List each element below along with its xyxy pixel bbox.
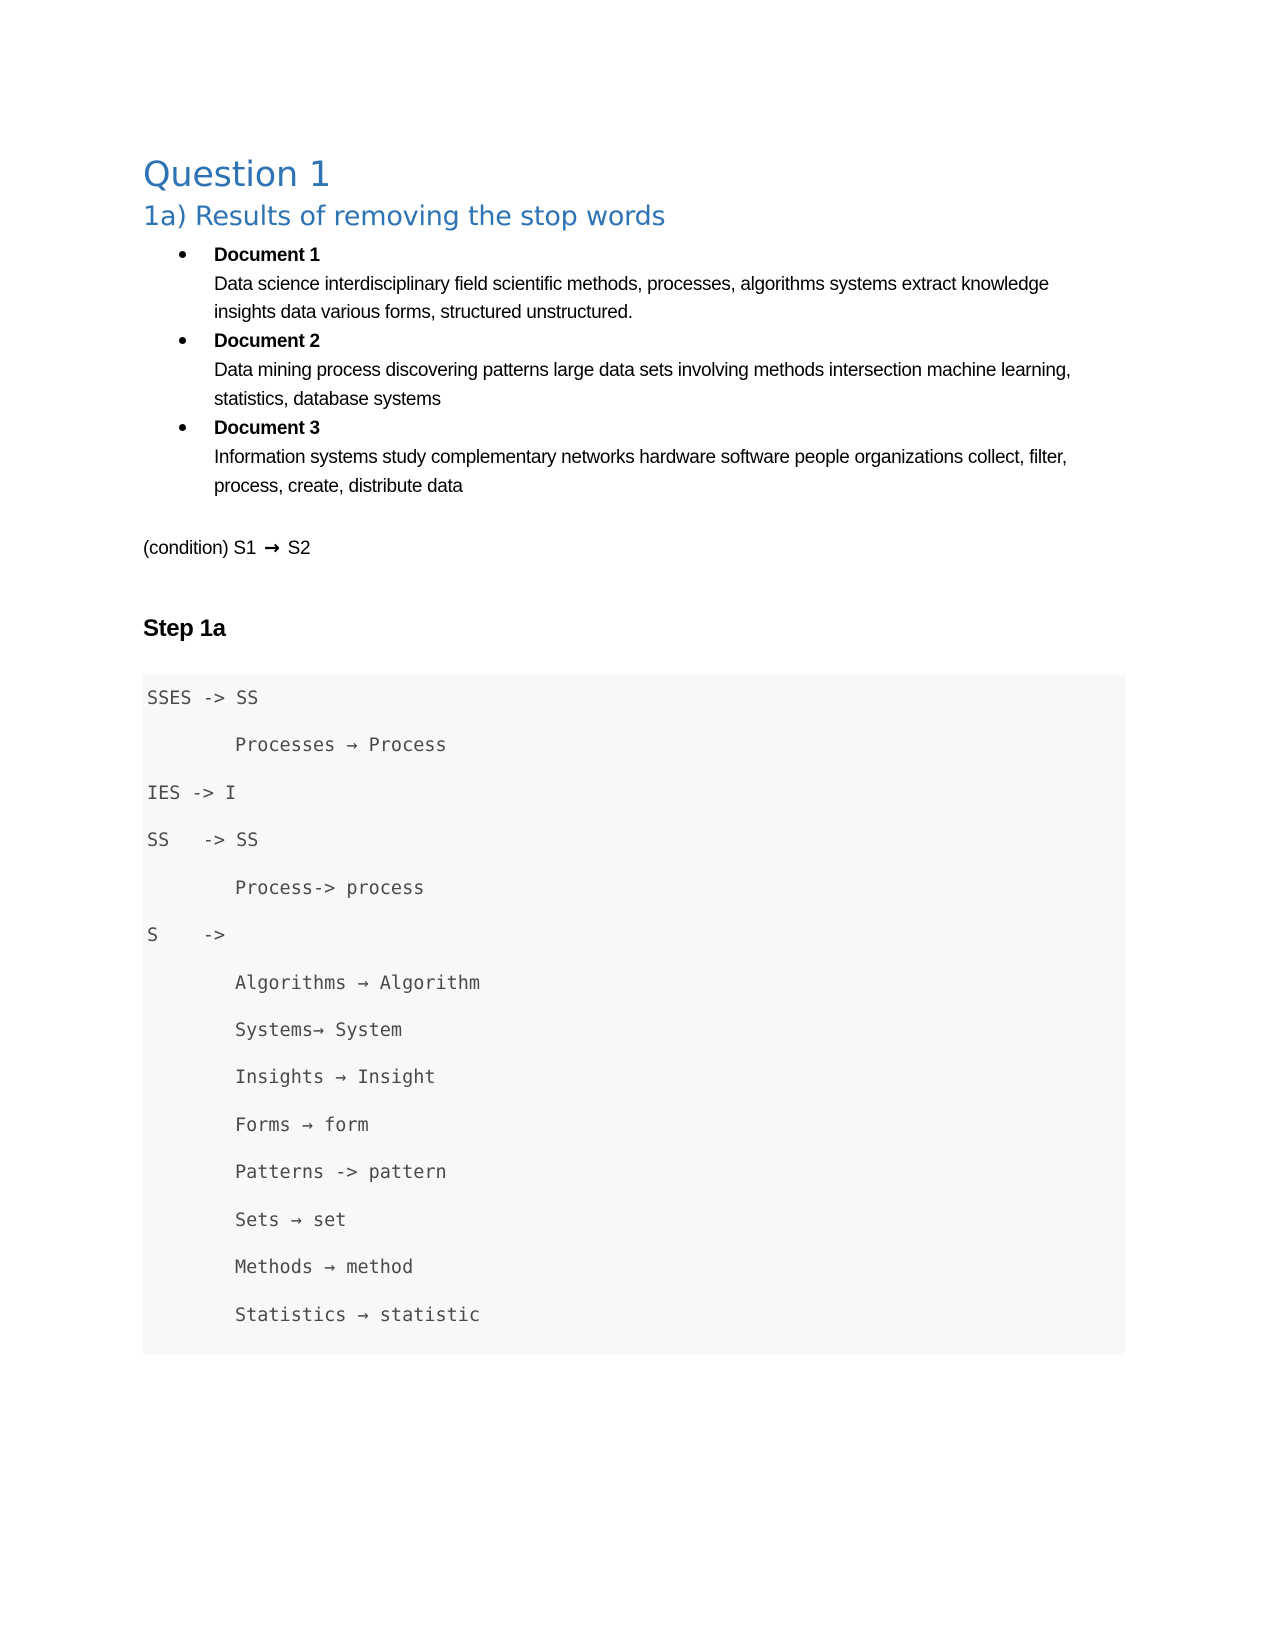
code-block: SSES -> SS Processes → Process IES -> I … bbox=[143, 675, 1125, 1355]
document-label: Document 1 bbox=[214, 244, 320, 266]
document-page: Question 1 1a) Results of removing the s… bbox=[0, 0, 1275, 1650]
bullet-icon bbox=[179, 423, 186, 431]
step-heading: Step 1a bbox=[143, 615, 226, 643]
code-line: Process-> process bbox=[235, 877, 425, 899]
code-line: IES -> I bbox=[147, 782, 237, 804]
code-line: Processes → Process bbox=[235, 735, 447, 757]
document-text: Data mining process discovering patterns… bbox=[214, 360, 1071, 411]
document-label: Document 3 bbox=[214, 417, 320, 439]
code-line: Algorithms → Algorithm bbox=[235, 972, 481, 994]
code-line: SS -> SS bbox=[147, 830, 259, 852]
code-line: Patterns -> pattern bbox=[235, 1162, 447, 1184]
list-item: Document 3 Information systems study com… bbox=[143, 415, 1133, 502]
bullet-icon bbox=[179, 337, 186, 345]
list-item: Document 1 Data science interdisciplinar… bbox=[143, 242, 1133, 329]
code-line: SSES -> SS bbox=[147, 688, 259, 710]
code-line: Systems→ System bbox=[235, 1019, 403, 1041]
code-line: Sets → set bbox=[235, 1209, 347, 1231]
section-subtitle: 1a) Results of removing the stop words bbox=[143, 201, 666, 233]
document-label: Document 2 bbox=[214, 331, 320, 353]
list-item: Document 2 Data mining process discoveri… bbox=[143, 328, 1133, 415]
code-line: S -> bbox=[147, 925, 225, 947]
code-line: Methods → method bbox=[235, 1257, 414, 1279]
document-text: Information systems study complementary … bbox=[214, 446, 1067, 497]
code-line: Forms → form bbox=[235, 1114, 369, 1136]
right-arrow-icon: → bbox=[264, 536, 280, 559]
document-text: Data science interdisciplinary field sci… bbox=[214, 273, 1049, 324]
condition-line: (condition) S1 → S2 bbox=[143, 534, 1133, 564]
code-line: Statistics → statistic bbox=[235, 1304, 481, 1326]
condition-suffix: S2 bbox=[282, 537, 311, 559]
document-bullet-list: Document 1 Data science interdisciplinar… bbox=[143, 242, 1133, 502]
condition-prefix: (condition) S1 bbox=[143, 537, 262, 559]
bullet-icon bbox=[179, 250, 186, 258]
code-line: Insights → Insight bbox=[235, 1067, 436, 1089]
document-content: Question 1 1a) Results of removing the s… bbox=[143, 155, 1133, 1355]
page-title: Question 1 bbox=[143, 155, 331, 195]
